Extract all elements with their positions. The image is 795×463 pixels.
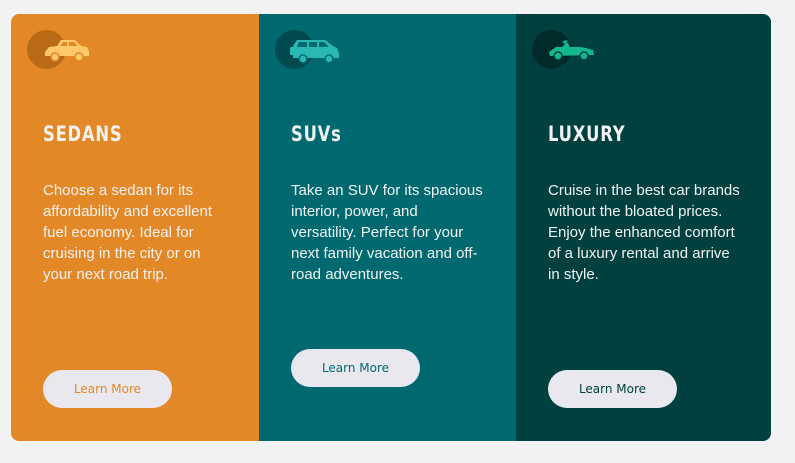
card-sedans: SEDANS Choose a sedan for its affordabil… (11, 14, 259, 441)
suv-car-icon (275, 30, 345, 70)
card-description: Take an SUV for its spacious interior, p… (291, 182, 483, 283)
luxury-car-icon (532, 30, 602, 70)
learn-more-button-luxury[interactable]: Learn More (548, 370, 677, 408)
card-description: Cruise in the best car brands without th… (548, 182, 740, 283)
sedan-car-icon (27, 30, 97, 70)
card-title: LUXURY (548, 122, 626, 146)
learn-more-button-sedans[interactable]: Learn More (43, 370, 172, 408)
car-category-cards: SEDANS Choose a sedan for its affordabil… (11, 14, 771, 441)
card-suvs: SUVs Take an SUV for its spacious interi… (259, 14, 516, 441)
card-title: SUVs (291, 122, 342, 146)
learn-more-button-suvs[interactable]: Learn More (291, 349, 420, 387)
card-description: Choose a sedan for its affordability and… (43, 182, 212, 283)
card-title: SEDANS (43, 122, 123, 146)
card-luxury: LUXURY Cruise in the best car brands wit… (516, 14, 771, 441)
